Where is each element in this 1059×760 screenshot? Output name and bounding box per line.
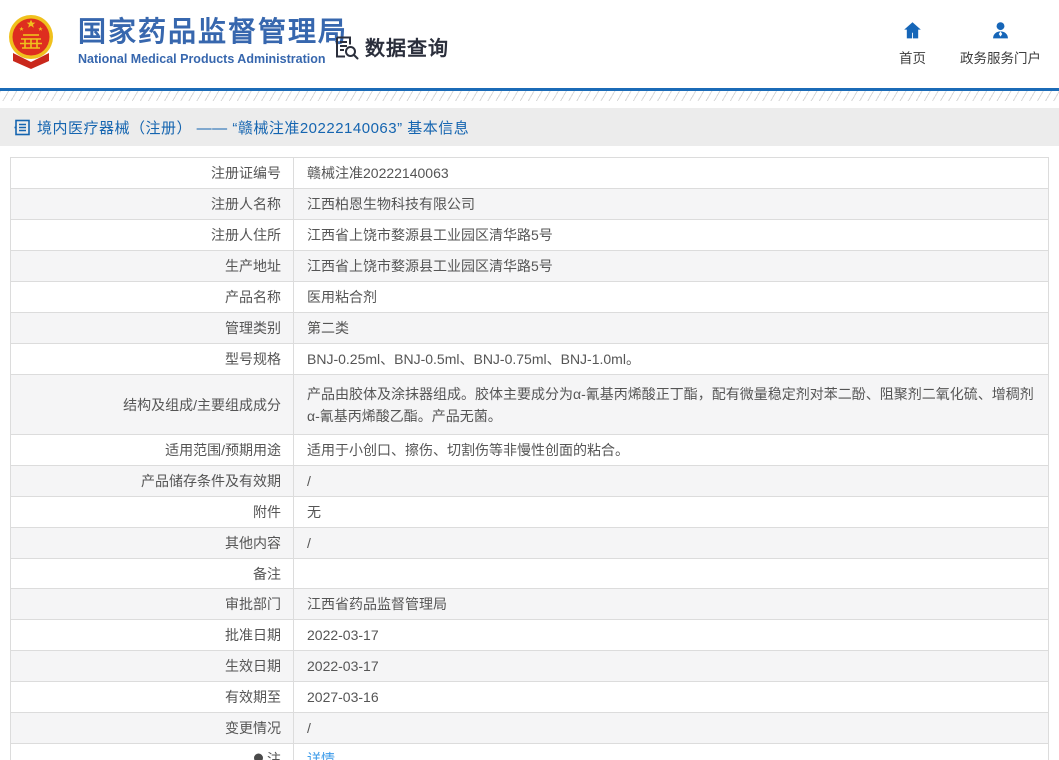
row-label: 备注 [11,559,294,588]
row-value: 2022-03-17 [307,658,379,674]
row-value [294,559,1048,588]
table-row: 其他内容 / [11,528,1048,559]
table-row: 型号规格 BNJ-0.25ml、BNJ-0.5ml、BNJ-0.75ml、BNJ-… [11,344,1048,375]
row-value: 医用粘合剂 [307,289,377,305]
row-label: 型号规格 [11,344,294,374]
table-row: 变更情况 / [11,713,1048,744]
table-row: 生产地址 江西省上饶市婺源县工业园区清华路5号 [11,251,1048,282]
table-row: 审批部门 江西省药品监督管理局 [11,589,1048,620]
row-value: / [307,720,311,736]
spacer [0,101,1059,108]
breadcrumb-text: 境内医疗器械（注册） —— “赣械注准20222140063” 基本信息 [37,119,470,137]
org-titles: 国家药品监督管理局 National Medical Products Admi… [78,15,348,66]
nav-home-label: 首页 [899,51,926,66]
national-emblem-icon [9,15,53,69]
row-label: 注册人名称 [11,189,294,219]
table-row: 生效日期 2022-03-17 [11,651,1048,682]
row-label: 注册证编号 [11,158,294,188]
nav-portal-label: 政务服务门户 [960,51,1041,66]
row-label: 审批部门 [11,589,294,619]
row-value: 2022-03-17 [307,627,379,643]
table-row: 产品名称 医用粘合剂 [11,282,1048,313]
row-label: 附件 [11,497,294,527]
row-value: 江西省药品监督管理局 [307,596,447,612]
table-row: 注册人住所 江西省上饶市婺源县工业园区清华路5号 [11,220,1048,251]
row-value: 无 [307,504,321,520]
table-row: 有效期至 2027-03-16 [11,682,1048,713]
nav-home[interactable]: 首页 [899,20,926,67]
row-value: 江西省上饶市婺源县工业园区清华路5号 [307,227,553,243]
data-query-tab[interactable]: 数据查询 [333,32,449,61]
row-label: 适用范围/预期用途 [11,435,294,465]
row-value: 第二类 [307,320,349,336]
row-label: 有效期至 [11,682,294,712]
table-row: 附件无 [11,497,1048,528]
row-label: 生产地址 [11,251,294,281]
note-pin-icon [253,753,264,760]
row-value: 2027-03-16 [307,689,379,705]
table-row: 结构及组成/主要组成成分 产品由胶体及涂抹器组成。胶体主要成分为α-氰基丙烯酸正丁… [11,375,1048,435]
row-label: 管理类别 [11,313,294,343]
table-row: 批准日期 2022-03-17 [11,620,1048,651]
row-value: 赣械注准20222140063 [307,165,449,181]
table-row: 产品储存条件及有效期 / [11,466,1048,497]
details-link[interactable]: 详情 [307,748,335,760]
row-label: 结构及组成/主要组成成分 [11,375,294,434]
row-value: / [307,473,311,489]
nav-portal[interactable]: 政务服务门户 [960,20,1041,67]
data-query-label: 数据查询 [365,38,449,60]
row-label: 产品储存条件及有效期 [11,466,294,496]
row-label: 批准日期 [11,620,294,650]
site-header: 国家药品监督管理局 National Medical Products Admi… [0,0,1059,88]
row-label: 变更情况 [11,713,294,743]
row-value: 江西省上饶市婺源县工业园区清华路5号 [307,258,553,274]
top-nav: 首页 政务服务门户 [899,20,1041,67]
table-row: 备注 [11,559,1048,589]
hatch-band [0,91,1059,101]
row-value: 产品由胶体及涂抹器组成。胶体主要成分为α-氰基丙烯酸正丁酯，配有微量稳定剂对苯二… [307,385,1034,424]
table-row: 注册证编号 赣械注准20222140063 [11,158,1048,189]
row-label: 产品名称 [11,282,294,312]
table-row: 管理类别 第二类 [11,313,1048,344]
row-label: 生效日期 [11,651,294,681]
row-label: 其他内容 [11,528,294,558]
table-row: 注 详情 [11,744,1048,760]
org-title-en: National Medical Products Administration [78,52,326,66]
back-to-list-icon [14,119,30,135]
row-value: BNJ-0.25ml、BNJ-0.5ml、BNJ-0.75ml、BNJ-1.0m… [307,351,640,367]
row-value: 江西柏恩生物科技有限公司 [307,196,475,212]
row-value: 详情 [294,744,1048,760]
org-title-zh: 国家药品监督管理局 [78,16,349,47]
document-search-icon [336,36,359,59]
user-icon [993,22,1008,39]
row-value: 适用于小创口、擦伤、切割伤等非慢性创面的粘合。 [307,442,629,458]
home-icon [904,22,921,39]
row-value: / [307,535,311,551]
row-label: 注册人住所 [11,220,294,250]
row-label: 注 [11,744,294,760]
breadcrumb: 境内医疗器械（注册） —— “赣械注准20222140063” 基本信息 [0,108,1059,146]
table-row: 注册人名称 江西柏恩生物科技有限公司 [11,189,1048,220]
info-table: 注册证编号 赣械注准20222140063 注册人名称 江西柏恩生物科技有限公司 注册人… [10,157,1049,760]
table-row: 适用范围/预期用途 适用于小创口、擦伤、切割伤等非慢性创面的粘合。 [11,435,1048,466]
